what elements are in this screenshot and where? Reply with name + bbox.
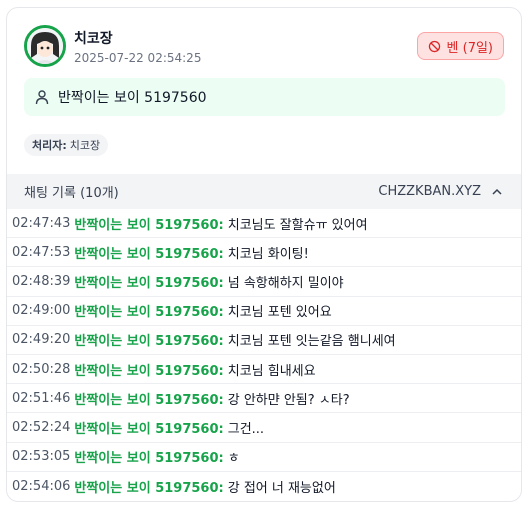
message-text: 강 안하먄 안됨? ㅅ타? <box>227 392 350 408</box>
message-user: 반짝이는 보이 5197560: <box>74 421 224 437</box>
chat-message-row: 02:47:53 반짝이는 보이 5197560: 치코님 화이팅! <box>7 238 521 268</box>
user-icon <box>35 90 49 105</box>
message-text: ㅎ <box>227 451 240 467</box>
chat-log-title: 채팅 기록 (10개) <box>24 186 119 201</box>
banned-user-name: 반짝이는 보이 5197560 <box>58 90 207 106</box>
message-time: 02:50:28 <box>12 361 71 377</box>
streamer-name: 치코장 <box>74 31 113 47</box>
ban-status-badge: 벤 (7일) <box>416 32 504 60</box>
message-user: 반짝이는 보이 5197560: <box>74 392 224 408</box>
message-time: 02:51:46 <box>12 390 71 406</box>
chat-message-row: 02:54:06 반짝이는 보이 5197560: 강 접어 너 재능없어 <box>7 472 521 501</box>
message-time: 02:54:06 <box>12 478 71 494</box>
chat-message-row: 02:50:28 반짝이는 보이 5197560: 치코님 힘내세요 <box>7 355 521 385</box>
chat-message-row: 02:51:46 반짝이는 보이 5197560: 강 안하먄 안됨? ㅅ타? <box>7 384 521 414</box>
message-user: 반짝이는 보이 5197560: <box>74 334 224 350</box>
message-time: 02:47:53 <box>12 244 71 260</box>
message-text: 치코님 포텐 있어요 <box>227 305 332 321</box>
chat-message-row: 02:53:05 반짝이는 보이 5197560: ㅎ <box>7 443 521 472</box>
chat-message-row: 02:49:00 반짝이는 보이 5197560: 치코님 포텐 있어요 <box>7 297 521 326</box>
message-time: 02:49:20 <box>12 332 71 348</box>
message-user: 반짝이는 보이 5197560: <box>74 275 224 291</box>
ban-icon <box>428 40 440 52</box>
banned-user-box: 반짝이는 보이 5197560 <box>24 78 505 116</box>
message-time: 02:49:00 <box>12 303 71 319</box>
ban-status-label: 벤 (7일) <box>446 40 493 56</box>
message-time: 02:53:05 <box>12 449 71 465</box>
chat-list: 02:47:43 반짝이는 보이 5197560: 치코님도 잘할슈ㅠ 있어여 … <box>7 209 521 501</box>
chevron-up-icon[interactable] <box>491 186 503 198</box>
handler-name: 치코장 <box>69 139 101 152</box>
message-text: 치코님도 잘할슈ㅠ 있어여 <box>227 217 368 233</box>
handler-prefix: 처리자: <box>32 139 67 152</box>
message-text: 넘 속항해하지 밀이야 <box>227 275 344 291</box>
message-text: 치코님 힘내세요 <box>227 363 316 379</box>
message-user: 반짝이는 보이 5197560: <box>74 305 224 321</box>
message-user: 반짝이는 보이 5197560: <box>74 480 224 496</box>
chat-message-row: 02:48:39 반짝이는 보이 5197560: 넘 속항해하지 밀이야 <box>7 267 521 297</box>
message-user: 반짝이는 보이 5197560: <box>74 217 224 233</box>
message-user: 반짝이는 보이 5197560: <box>74 451 224 467</box>
chat-log-toggle[interactable]: 채팅 기록 (10개) CHZZKBAN.XYZ <box>7 174 521 209</box>
message-user: 반짝이는 보이 5197560: <box>74 363 224 379</box>
channel-link[interactable]: CHZZKBAN.XYZ <box>378 184 481 199</box>
ban-record-card: 치코장 2025-07-22 02:54:25 벤 (7일) 반짝이는 보이 5… <box>6 7 522 502</box>
avatar <box>24 25 66 67</box>
chat-message-row: 02:52:24 반짝이는 보이 5197560: 그건... <box>7 413 521 443</box>
card-header: 치코장 2025-07-22 02:54:25 벤 (7일) <box>7 8 521 68</box>
message-time: 02:48:39 <box>12 273 71 289</box>
ban-datetime: 2025-07-22 02:54:25 <box>74 51 202 65</box>
chat-message-row: 02:47:43 반짝이는 보이 5197560: 치코님도 잘할슈ㅠ 있어여 <box>7 209 521 239</box>
message-text: 치코님 화이팅! <box>227 246 309 262</box>
message-time: 02:52:24 <box>12 419 71 435</box>
chat-message-row: 02:49:20 반짝이는 보이 5197560: 치코님 포텐 잇는같음 햄니… <box>7 326 521 355</box>
handler-tag: 처리자: 치코장 <box>24 134 109 156</box>
message-text: 치코님 포텐 잇는같음 햄니세여 <box>227 334 396 350</box>
message-text: 그건... <box>227 421 265 437</box>
message-user: 반짝이는 보이 5197560: <box>74 246 224 262</box>
message-text: 강 접어 너 재능없어 <box>227 480 336 496</box>
message-time: 02:47:43 <box>12 215 71 231</box>
